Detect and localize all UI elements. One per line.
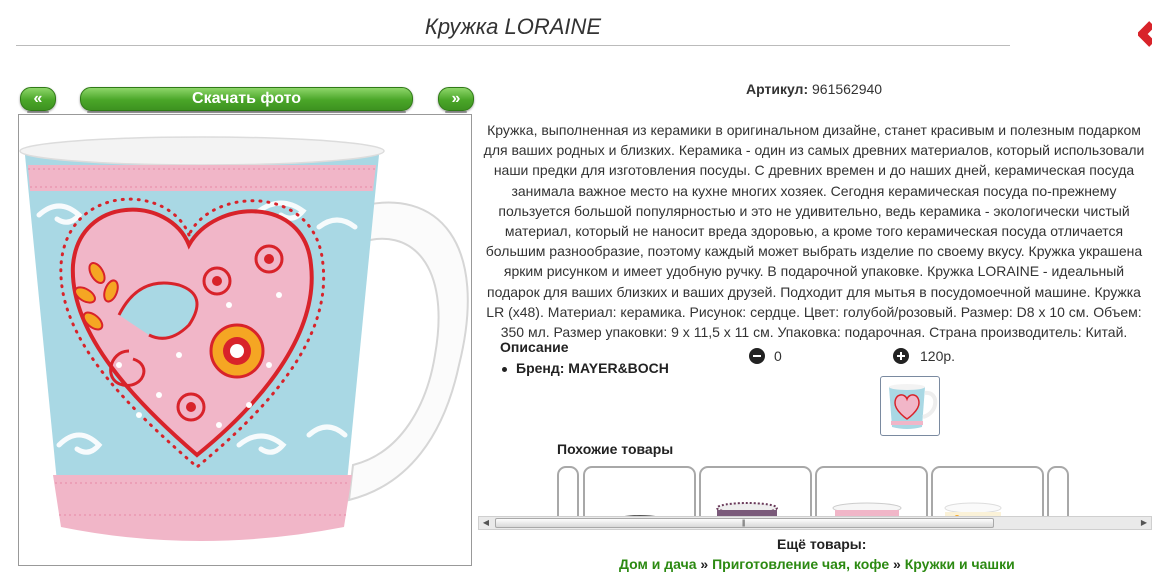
article-label: Артикул: bbox=[746, 81, 809, 97]
description-section-title: Описание bbox=[500, 339, 569, 355]
similar-products-title: Похожие товары bbox=[557, 441, 674, 457]
scrollbar-thumb[interactable]: ||| bbox=[495, 518, 994, 528]
product-image bbox=[616, 515, 664, 518]
brand-list-item: Бренд: MAYER&BOCH bbox=[502, 360, 669, 376]
mug-thumbnail-image bbox=[889, 384, 938, 429]
product-photo[interactable] bbox=[18, 114, 472, 566]
next-photo-button[interactable]: » bbox=[438, 87, 474, 113]
similar-product-card[interactable] bbox=[583, 466, 696, 518]
grip-icon: ||| bbox=[742, 520, 746, 527]
bullet-icon bbox=[502, 366, 507, 372]
similar-product-card[interactable] bbox=[557, 466, 579, 518]
product-image bbox=[716, 502, 778, 518]
breadcrumb-link-mugs-cups[interactable]: Кружки и чашки bbox=[905, 556, 1015, 572]
minus-icon bbox=[753, 355, 761, 357]
carousel-scrollbar[interactable]: ◀ ||| ▶ bbox=[478, 516, 1152, 530]
product-description: Кружка, выполненная из керамики в оригин… bbox=[483, 122, 1145, 341]
breadcrumb-separator: » bbox=[893, 556, 901, 572]
plus-icon-v bbox=[900, 352, 902, 360]
product-thumbnail[interactable] bbox=[880, 376, 940, 436]
more-products-title: Ещё товары: bbox=[777, 536, 867, 552]
article-line: Артикул: 961562940 bbox=[746, 81, 882, 97]
similar-product-card[interactable] bbox=[699, 466, 812, 518]
similar-product-card[interactable] bbox=[931, 466, 1044, 518]
scroll-right-icon[interactable]: ▶ bbox=[1137, 517, 1151, 529]
page-title: Кружка LORAINE bbox=[424, 14, 602, 39]
title-divider bbox=[16, 45, 1010, 46]
product-image bbox=[832, 502, 902, 518]
similar-product-card[interactable] bbox=[1047, 466, 1069, 518]
price: 120р. bbox=[920, 348, 956, 364]
brand-text: Бренд: MAYER&BOCH bbox=[516, 360, 669, 376]
similar-product-card[interactable] bbox=[815, 466, 928, 518]
breadcrumb-link-home-garden[interactable]: Дом и дача bbox=[619, 556, 697, 572]
similar-products-carousel[interactable] bbox=[557, 466, 1072, 518]
minus-button[interactable] bbox=[749, 348, 765, 364]
quantity-value: 0 bbox=[774, 348, 782, 364]
scroll-left-icon[interactable]: ◀ bbox=[479, 517, 493, 529]
breadcrumb-separator: » bbox=[700, 556, 709, 572]
breadcrumb: Дом и дача » Приготовление чая, кофе » К… bbox=[619, 556, 1015, 572]
close-icon[interactable] bbox=[1138, 20, 1152, 48]
download-photo-button[interactable]: Скачать фото bbox=[80, 87, 413, 113]
product-image bbox=[944, 502, 1002, 518]
mug-image bbox=[19, 136, 469, 541]
prev-photo-button[interactable]: « bbox=[20, 87, 56, 113]
breadcrumb-link-tea-coffee[interactable]: Приготовление чая, кофе bbox=[712, 556, 889, 572]
article-value: 961562940 bbox=[812, 81, 883, 97]
plus-button[interactable] bbox=[893, 348, 909, 364]
